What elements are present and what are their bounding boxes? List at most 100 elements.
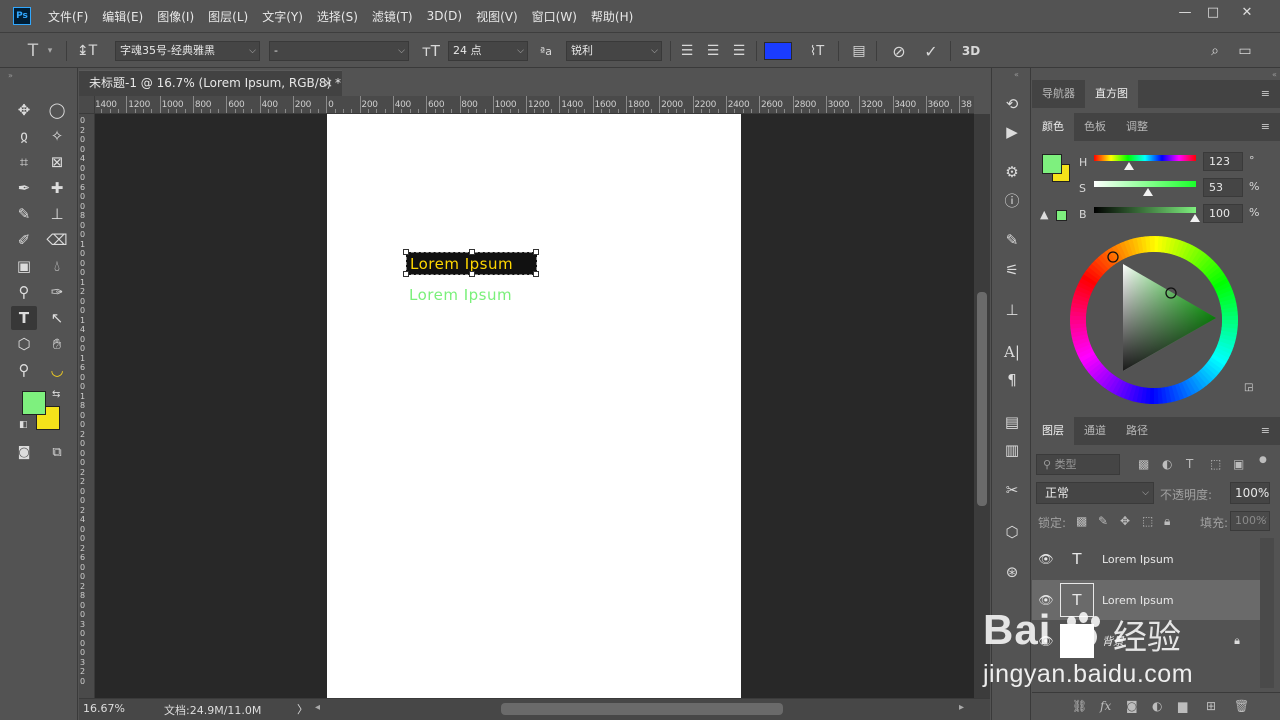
font-size-select[interactable]: 24 点 ⌵ — [448, 41, 528, 61]
tab-color[interactable]: 颜色 — [1032, 113, 1074, 141]
type-tool-preset-icon[interactable]: T — [22, 41, 44, 61]
banana-icon[interactable]: ◡ — [44, 358, 70, 382]
tab-histogram[interactable]: 直方图 — [1085, 80, 1138, 108]
brightness-slider-thumb[interactable] — [1190, 214, 1200, 222]
selected-text-box[interactable]: Lorem Ipsum — [403, 249, 539, 277]
commit-edit-icon[interactable]: ✓ — [920, 41, 942, 61]
hand-tool-icon[interactable]: ✋︎ — [44, 332, 70, 356]
layers-scrollbar[interactable] — [1260, 538, 1274, 688]
layer-name[interactable]: 背景 — [1102, 633, 1124, 649]
transform-handle[interactable] — [403, 249, 409, 255]
frame-tool-icon[interactable]: ⊠ — [44, 150, 70, 174]
gamut-swatch[interactable] — [1056, 210, 1067, 221]
link-layers-icon[interactable]: ⛓ — [1072, 699, 1087, 713]
restore-button[interactable]: □ — [1196, 0, 1230, 24]
close-window-button[interactable]: ✕ — [1230, 0, 1264, 24]
collapse-icon[interactable]: » — [8, 71, 13, 80]
clone-source-icon[interactable]: ⊥ — [1000, 298, 1024, 322]
document-page[interactable]: Lorem Ipsum Lorem Ipsum — [327, 114, 741, 698]
filter-toggle-icon[interactable]: ● — [1259, 455, 1267, 465]
menu-image[interactable]: 图像(I) — [150, 8, 201, 25]
close-tab-icon[interactable]: × — [323, 71, 333, 96]
filter-smart-object-icon[interactable]: ▣ — [1233, 457, 1244, 471]
scroll-thumb[interactable] — [977, 292, 987, 506]
pen-tool-icon[interactable]: ✑ — [44, 280, 70, 304]
saturation-slider-thumb[interactable] — [1143, 188, 1153, 196]
lock-all-icon[interactable]: 🔒︎ — [1164, 514, 1170, 529]
lasso-tool-icon[interactable]: ჲ — [11, 124, 37, 148]
panel-menu-icon[interactable]: ≡ — [1261, 424, 1270, 437]
paragraph-styles-icon[interactable]: ▤ — [1000, 410, 1024, 434]
menu-help[interactable]: 帮助(H) — [584, 8, 640, 25]
tab-swatches[interactable]: 色板 — [1074, 113, 1116, 141]
panel-menu-icon[interactable]: ≡ — [1261, 87, 1270, 100]
default-colors-icon[interactable]: ◧ — [19, 420, 28, 430]
brightness-value[interactable]: 100 — [1203, 204, 1243, 223]
menu-edit[interactable]: 编辑(E) — [95, 8, 150, 25]
horizontal-scroll-thumb[interactable] — [501, 703, 783, 715]
zoom-tool-icon[interactable]: ⚲ — [11, 358, 37, 382]
info-panel-icon[interactable]: ⓘ — [1000, 188, 1024, 212]
scroll-right-icon[interactable]: ▸ — [959, 702, 964, 713]
filter-adjustment-icon[interactable]: ◐ — [1162, 457, 1172, 471]
lock-image-icon[interactable]: ✎ — [1098, 514, 1108, 528]
menu-view[interactable]: 视图(V) — [469, 8, 525, 25]
type-tool-icon[interactable]: T — [11, 306, 37, 330]
tab-layers[interactable]: 图层 — [1032, 417, 1074, 445]
menu-type[interactable]: 文字(Y) — [255, 8, 310, 25]
gradient-tool-icon[interactable]: ▣ — [11, 254, 37, 278]
document-tab[interactable]: 未标题-1 @ 16.7% (Lorem Ipsum, RGB/8) * × — [79, 70, 342, 96]
menu-window[interactable]: 窗口(W) — [525, 8, 584, 25]
character-panel-icon[interactable]: ▤ — [848, 41, 870, 61]
paragraph-icon[interactable]: ¶ — [1000, 368, 1024, 392]
menu-layer[interactable]: 图层(L) — [201, 8, 255, 25]
layer-name[interactable]: Lorem Ipsum — [1102, 553, 1174, 566]
dodge-tool-icon[interactable]: ⚲ — [11, 280, 37, 304]
zoom-level[interactable]: 16.67% — [83, 702, 125, 715]
magic-wand-tool-icon[interactable]: ✧ — [44, 124, 70, 148]
menu-select[interactable]: 选择(S) — [310, 8, 365, 25]
tab-paths[interactable]: 路径 — [1116, 417, 1158, 445]
tab-channels[interactable]: 通道 — [1074, 417, 1116, 445]
tab-navigator[interactable]: 导航器 — [1032, 80, 1085, 108]
new-layer-icon[interactable]: ⊞ — [1206, 699, 1216, 713]
filter-pixel-icon[interactable]: ▩ — [1138, 457, 1149, 471]
wheel-options-icon[interactable]: ◲ — [1244, 382, 1253, 393]
antialias-select[interactable]: 锐利 ⌵ — [566, 41, 662, 61]
tab-adjustments[interactable]: 调整 — [1116, 113, 1158, 141]
cancel-edit-icon[interactable]: ⊘ — [888, 41, 910, 61]
layer-style-icon[interactable]: fx — [1100, 699, 1111, 713]
blend-mode-select[interactable]: 正常 ⌵ — [1036, 482, 1154, 504]
saturation-slider[interactable] — [1094, 181, 1196, 187]
lock-artboard-icon[interactable]: ⬚ — [1142, 514, 1153, 528]
history-panel-icon[interactable]: ⟲ — [1000, 92, 1024, 116]
transform-handle[interactable] — [469, 271, 475, 277]
toggle-text-orientation-icon[interactable]: ↨T — [76, 41, 98, 61]
visibility-eye-icon[interactable]: 👁︎ — [1032, 634, 1060, 648]
layer-row-selected[interactable]: 👁︎ T Lorem Ipsum — [1032, 580, 1260, 620]
actions-panel-icon[interactable]: ▶ — [1000, 120, 1024, 144]
hue-slider-thumb[interactable] — [1124, 162, 1134, 170]
align-center-icon[interactable]: ☰ — [702, 41, 724, 61]
saturation-value[interactable]: 53 — [1203, 178, 1243, 197]
visibility-eye-icon[interactable]: 👁︎ — [1032, 552, 1060, 566]
clone-stamp-tool-icon[interactable]: ⊥ — [44, 202, 70, 226]
swap-colors-icon[interactable]: ⇆ — [52, 389, 60, 400]
layer-filter-select[interactable]: ⚲ 类型 — [1036, 454, 1120, 475]
tool-presets-icon[interactable]: ✂ — [1000, 478, 1024, 502]
font-family-select[interactable]: 字魂35号-经典雅黑 ⌵ — [115, 41, 260, 61]
healing-brush-tool-icon[interactable]: ✚ — [44, 176, 70, 200]
device-preview-icon[interactable]: ⚙ — [1000, 160, 1024, 184]
align-left-icon[interactable]: ☰ — [676, 41, 698, 61]
collapse-icon[interactable]: « — [1272, 70, 1277, 79]
opacity-dropdown-icon[interactable]: ⌵ — [1260, 486, 1267, 496]
hue-value[interactable]: 123 — [1203, 152, 1243, 171]
vertical-scrollbar[interactable] — [974, 114, 990, 698]
foreground-color-swatch[interactable] — [22, 391, 46, 415]
eyedropper-tool-icon[interactable]: ✒ — [11, 176, 37, 200]
layer-row[interactable]: 👁︎ T Lorem Ipsum — [1032, 539, 1260, 579]
panel-foreground-swatch[interactable] — [1042, 154, 1062, 174]
eraser-tool-icon[interactable]: ⌫ — [44, 228, 70, 252]
filter-shape-icon[interactable]: ⬚ — [1210, 457, 1221, 471]
warp-text-icon[interactable]: ⌇T — [806, 41, 828, 61]
